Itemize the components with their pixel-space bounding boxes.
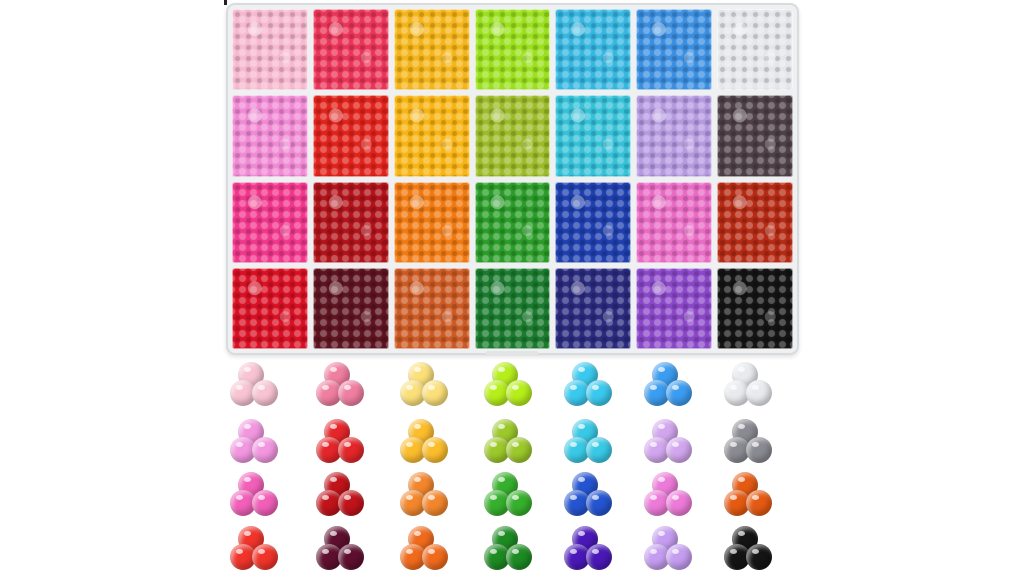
bead-compartment (312, 181, 389, 263)
bead-cluster (484, 362, 544, 412)
bead-cluster (230, 362, 290, 412)
swatch-row (230, 419, 796, 469)
swatch-row (230, 472, 796, 522)
bead-cluster (230, 419, 290, 469)
bead-icon (252, 380, 278, 406)
bead-compartment (393, 267, 470, 349)
bead-compartment (393, 95, 470, 177)
bead-icon (506, 437, 532, 463)
bead-icon (586, 490, 612, 516)
bead-color-swatches (230, 362, 796, 575)
bead-icon (506, 380, 532, 406)
bead-icon (422, 437, 448, 463)
bead-compartment (232, 95, 308, 177)
bead-compartment (717, 181, 793, 263)
bead-cluster (400, 419, 460, 469)
bead-icon (252, 490, 278, 516)
bead-icon (746, 490, 772, 516)
bead-cluster (316, 362, 376, 412)
bead-cluster (564, 419, 624, 469)
bead-storage-box (226, 3, 799, 355)
bead-cluster (316, 419, 376, 469)
bead-cluster (484, 472, 544, 522)
bead-icon (422, 380, 448, 406)
bead-compartment (232, 181, 308, 263)
bead-icon (666, 437, 692, 463)
bead-cluster (400, 526, 460, 576)
bead-icon (338, 437, 364, 463)
bead-cluster (316, 526, 376, 576)
bead-cluster (564, 472, 624, 522)
bead-compartment (312, 267, 389, 349)
bead-compartment (474, 267, 551, 349)
bead-cluster (484, 419, 544, 469)
bead-compartment (393, 9, 470, 91)
bead-compartment (312, 9, 389, 91)
bead-compartment (474, 95, 551, 177)
bead-compartment (717, 95, 793, 177)
bead-compartment (232, 267, 308, 349)
corner-tick-mark (224, 0, 227, 5)
bead-cluster (644, 419, 704, 469)
bead-icon (422, 490, 448, 516)
bead-compartment (636, 267, 713, 349)
bead-icon (746, 380, 772, 406)
bead-cluster (724, 362, 784, 412)
bead-icon (586, 437, 612, 463)
bead-icon (586, 380, 612, 406)
bead-compartment (312, 95, 389, 177)
bead-icon (338, 490, 364, 516)
bead-compartment (555, 267, 632, 349)
bead-compartment (555, 181, 632, 263)
bead-cluster (230, 472, 290, 522)
bead-compartment (717, 9, 793, 91)
bead-cluster (724, 472, 784, 522)
bead-compartment (636, 95, 713, 177)
bead-cluster (230, 526, 290, 576)
bead-cluster (484, 526, 544, 576)
bead-cluster (644, 526, 704, 576)
bead-icon (506, 490, 532, 516)
bead-cluster (644, 472, 704, 522)
bead-compartment (393, 181, 470, 263)
bead-icon (586, 544, 612, 570)
box-latch (486, 351, 538, 356)
bead-cluster (564, 526, 624, 576)
bead-compartment (717, 267, 793, 349)
bead-compartment (555, 9, 632, 91)
bead-cluster (400, 362, 460, 412)
bead-compartment (636, 9, 713, 91)
bead-icon (746, 437, 772, 463)
swatch-row (230, 526, 796, 576)
bead-icon (666, 380, 692, 406)
bead-cluster (724, 419, 784, 469)
bead-compartment (555, 95, 632, 177)
bead-icon (252, 544, 278, 570)
bead-icon (746, 544, 772, 570)
bead-icon (252, 437, 278, 463)
bead-cluster (564, 362, 624, 412)
bead-compartment (474, 181, 551, 263)
bead-cluster (644, 362, 704, 412)
bead-compartment (474, 9, 551, 91)
swatch-row (230, 362, 796, 412)
bead-icon (506, 544, 532, 570)
bead-icon (422, 544, 448, 570)
bead-compartment (232, 9, 308, 91)
bead-icon (666, 544, 692, 570)
bead-icon (338, 380, 364, 406)
bead-compartment (636, 181, 713, 263)
bead-cluster (724, 526, 784, 576)
bead-cluster (400, 472, 460, 522)
bead-icon (338, 544, 364, 570)
bead-cluster (316, 472, 376, 522)
bead-icon (666, 490, 692, 516)
